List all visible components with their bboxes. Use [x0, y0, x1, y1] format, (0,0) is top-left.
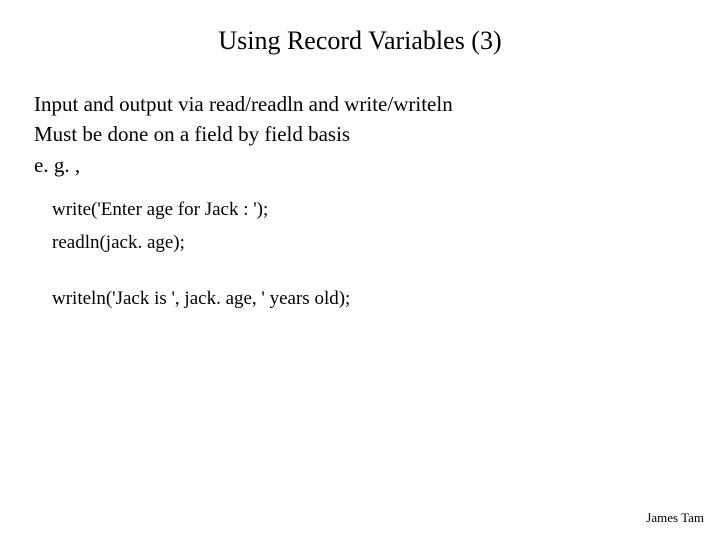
body-line: Input and output via read/readln and wri…: [34, 90, 674, 118]
slide-title: Using Record Variables (3): [0, 26, 720, 56]
body-line: Must be done on a field by field basis: [34, 120, 674, 148]
code-line: readln(jack. age);: [52, 228, 674, 257]
code-line: writeln('Jack is ', jack. age, ' years o…: [52, 284, 674, 313]
code-block: write('Enter age for Jack : '); readln(j…: [34, 195, 674, 313]
body-line: e. g. ,: [34, 151, 674, 179]
code-line: write('Enter age for Jack : ');: [52, 195, 674, 224]
slide: Using Record Variables (3) Input and out…: [0, 0, 720, 540]
footer-author: James Tam: [646, 510, 704, 526]
slide-body: Input and output via read/readln and wri…: [34, 90, 674, 317]
